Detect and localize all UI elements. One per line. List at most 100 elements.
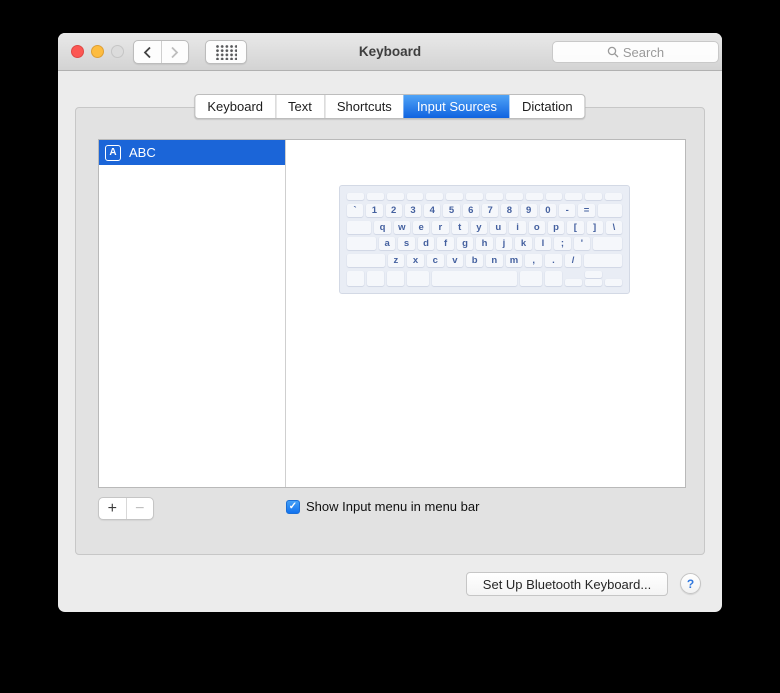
blank-key xyxy=(605,193,623,200)
key-[: [ xyxy=(567,220,584,234)
blank-key xyxy=(386,193,404,200)
search-placeholder: Search xyxy=(622,44,665,60)
key-`: ` xyxy=(347,203,364,217)
key-u: u xyxy=(490,220,507,234)
blank-key xyxy=(593,237,623,251)
arrow-updown-keys xyxy=(584,270,602,286)
blank-key xyxy=(366,193,384,200)
blank-key xyxy=(486,193,503,200)
tab-keyboard[interactable]: Keyboard xyxy=(195,95,275,118)
key-1: 1 xyxy=(366,203,383,217)
arrow-up-key xyxy=(584,270,602,278)
help-button[interactable]: ? xyxy=(680,573,701,594)
blank-key xyxy=(505,193,523,200)
key--: - xyxy=(559,203,576,217)
key-s: s xyxy=(398,237,415,251)
key-8: 8 xyxy=(501,203,518,217)
key-f: f xyxy=(437,237,454,251)
tab-dictation[interactable]: Dictation xyxy=(509,95,585,118)
key-6: 6 xyxy=(462,203,479,217)
remove-input-source-button-disabled: − xyxy=(135,499,145,517)
key-7: 7 xyxy=(481,203,499,217)
key-k: k xyxy=(515,237,532,251)
key-t: t xyxy=(451,220,468,234)
key-y: y xyxy=(470,220,488,234)
key-0: 0 xyxy=(539,203,557,217)
key-;: ; xyxy=(554,237,571,251)
key-g: g xyxy=(456,237,474,251)
arrow-right-key xyxy=(604,278,623,286)
key-x: x xyxy=(407,254,424,268)
key-': ' xyxy=(573,237,591,251)
input-source-list: A ABC xyxy=(99,140,685,165)
blank-key xyxy=(347,254,385,268)
key-a: a xyxy=(378,237,396,251)
blank-key xyxy=(525,193,543,200)
blank-key xyxy=(431,270,518,286)
key-m: m xyxy=(505,254,523,268)
arrow-left-key xyxy=(564,278,582,286)
setup-bluetooth-keyboard-button[interactable]: Set Up Bluetooth Keyboard... xyxy=(466,572,668,596)
blank-key xyxy=(426,193,444,200)
key-w: w xyxy=(393,220,410,234)
tab-shortcuts[interactable]: Shortcuts xyxy=(323,95,404,118)
input-source-letter-icon: A xyxy=(105,144,121,161)
tab-input-sources[interactable]: Input Sources xyxy=(403,95,510,118)
checkmark-icon: ✓ xyxy=(288,501,298,512)
input-source-row[interactable]: A ABC xyxy=(99,140,285,165)
key-j: j xyxy=(495,237,513,251)
keyboard-row: q w e r t y u i o p[] \ xyxy=(347,220,623,234)
blank-key xyxy=(585,193,603,200)
key-2: 2 xyxy=(385,203,402,217)
tab-bar: Keyboard Text Shortcuts Input Sources Dictat… xyxy=(194,94,586,119)
key-b: b xyxy=(466,254,483,268)
key-]: ] xyxy=(586,220,603,234)
key-=: = xyxy=(578,203,595,217)
key-4: 4 xyxy=(424,203,441,217)
search-input[interactable]: Search xyxy=(552,41,719,63)
pane-divider xyxy=(285,140,286,487)
add-input-source-button[interactable]: + xyxy=(99,498,127,519)
blank-key xyxy=(347,237,376,251)
key-3: 3 xyxy=(404,203,422,217)
blank-key xyxy=(347,270,365,286)
key-o: o xyxy=(528,220,545,234)
blank-key xyxy=(367,270,385,286)
key-n: n xyxy=(485,254,503,268)
blank-key xyxy=(466,193,484,200)
keyboard-row: ` 1 2 3 4 5 6 7 8 9 0- = xyxy=(347,203,623,217)
keyboard-row xyxy=(347,193,623,200)
key-/: / xyxy=(564,254,582,268)
input-source-label: ABC xyxy=(129,145,156,160)
key-,: , xyxy=(525,254,543,268)
show-input-menu-label: Show Input menu in menu bar xyxy=(306,499,480,514)
key-v: v xyxy=(446,254,464,268)
key-r: r xyxy=(432,220,449,234)
show-input-menu-checkbox[interactable]: ✓ xyxy=(286,499,300,514)
tab-text[interactable]: Text xyxy=(275,95,324,118)
key-9: 9 xyxy=(520,203,537,217)
key-e: e xyxy=(412,220,430,234)
key-\: \ xyxy=(605,220,623,234)
blank-key xyxy=(347,193,364,200)
blank-key xyxy=(347,220,372,234)
key-.: . xyxy=(545,254,562,268)
search-icon xyxy=(607,46,619,58)
arrow-down-key xyxy=(584,278,602,286)
key-i: i xyxy=(509,220,526,234)
keyboard-row xyxy=(347,270,623,286)
blank-key xyxy=(545,193,563,200)
blank-key xyxy=(406,193,424,200)
add-remove-segmented-control: + − xyxy=(98,497,154,520)
key-c: c xyxy=(426,254,444,268)
key-h: h xyxy=(476,237,493,251)
title-bar[interactable]: Keyboard Search xyxy=(58,33,722,71)
show-input-menu-row: ✓ Show Input menu in menu bar xyxy=(286,499,479,514)
key-d: d xyxy=(417,237,435,251)
blank-key xyxy=(597,203,623,217)
key-l: l xyxy=(534,237,552,251)
keyboard-preferences-window: Keyboard Search Keyboard Text Shortcuts Inp… xyxy=(58,33,722,612)
content-panes: A ABC ` 1 2 3 4 5 6 7 8 9 0- = q w e r t y u i o p[] \ a s d f g h j k l… xyxy=(98,139,686,488)
key-q: q xyxy=(374,220,391,234)
key-p: p xyxy=(547,220,565,234)
